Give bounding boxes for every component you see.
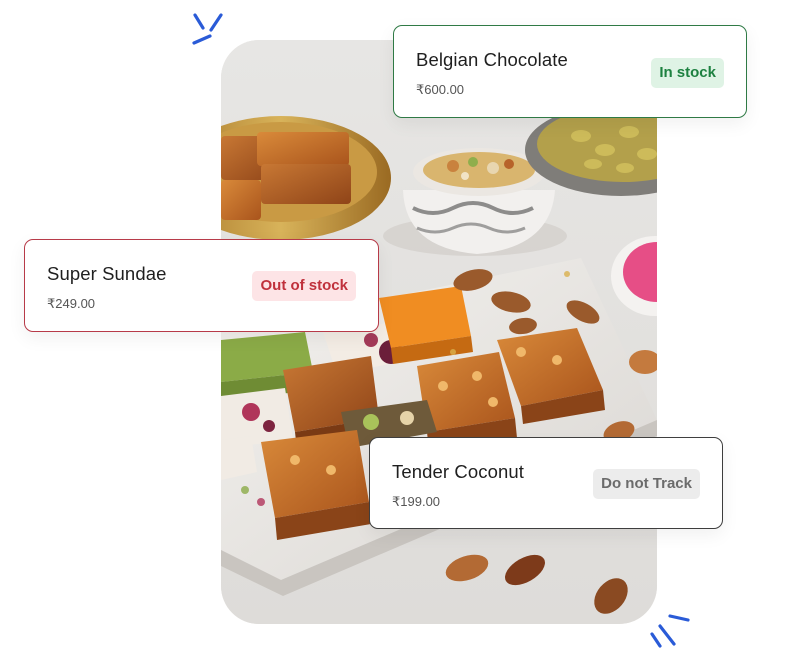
product-name: Tender Coconut xyxy=(392,461,525,482)
sweets-photo xyxy=(221,40,657,624)
product-card-tender-coconut[interactable]: Tender Coconut ₹199.00 Do not Track xyxy=(369,437,723,529)
product-price: ₹600.00 xyxy=(416,82,465,97)
sparkle-icon xyxy=(650,614,690,648)
product-card-super-sundae[interactable]: Super Sundae ₹249.00 Out of stock xyxy=(24,239,379,332)
product-showcase: Belgian Chocolate ₹600.00 In stock Super… xyxy=(0,0,800,664)
product-card-belgian-chocolate[interactable]: Belgian Chocolate ₹600.00 In stock xyxy=(393,25,747,118)
product-name: Belgian Chocolate xyxy=(416,49,568,70)
sparkle-icon xyxy=(192,13,223,45)
product-name: Super Sundae xyxy=(47,263,167,284)
stock-status-badge: Do not Track xyxy=(593,469,700,499)
product-price: ₹249.00 xyxy=(47,296,96,311)
stock-status-badge: Out of stock xyxy=(252,271,356,301)
stock-status-badge: In stock xyxy=(651,58,724,88)
product-price: ₹199.00 xyxy=(392,494,441,509)
